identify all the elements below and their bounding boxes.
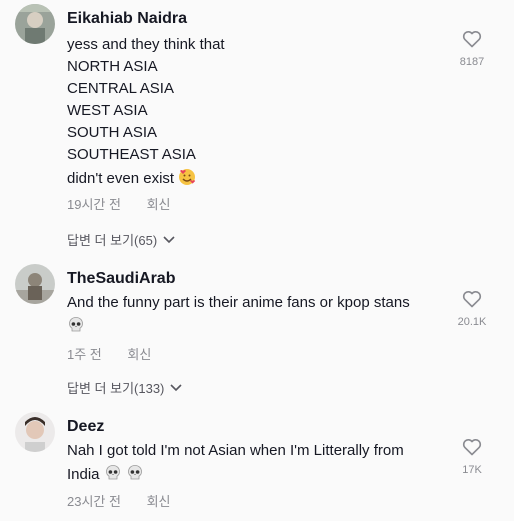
avatar[interactable] <box>15 4 55 44</box>
comment-text-line: NORTH ASIA <box>67 58 158 75</box>
avatar[interactable] <box>15 412 55 452</box>
like-count: 20.1K <box>457 316 487 328</box>
timestamp: 19시간 전 <box>67 197 121 212</box>
timestamp: 1주 전 <box>67 347 102 362</box>
comment-text-line <box>67 316 85 338</box>
view-replies-label: 답변 더 보기(133) <box>67 381 165 396</box>
reply-button[interactable]: 회신 <box>147 197 171 212</box>
skull-icon <box>67 316 85 338</box>
heart-icon <box>462 439 482 456</box>
chevron-down-icon <box>170 383 182 391</box>
comment-meta: 23시간 전 회신 <box>67 491 171 510</box>
username[interactable]: TheSaudiArab <box>67 270 175 288</box>
comment-text: India <box>67 466 100 483</box>
comment-meta: 19시간 전 회신 <box>67 194 171 213</box>
comment-text: didn't even exist <box>67 170 175 187</box>
like-button[interactable]: 17K <box>452 438 492 476</box>
timestamp: 23시간 전 <box>67 494 121 509</box>
view-replies-label: 답변 더 보기(65) <box>67 233 158 248</box>
username[interactable]: Deez <box>67 418 104 436</box>
reply-button[interactable]: 회신 <box>147 494 171 509</box>
comment-text-line: And the funny part is their anime fans o… <box>67 294 410 311</box>
comment-text-line: yess and they think that <box>67 36 225 53</box>
comment-text-line: SOUTHEAST ASIA <box>67 146 196 163</box>
comment-meta: 1주 전 회신 <box>67 344 151 363</box>
comment-text-line-with-emoji: India <box>67 464 144 486</box>
comment-text-line: WEST ASIA <box>67 102 148 119</box>
skull-icon <box>126 464 144 486</box>
view-replies-button[interactable]: 답변 더 보기(65) <box>67 230 175 249</box>
heart-icon <box>462 31 482 48</box>
like-count: 17K <box>462 464 482 476</box>
chevron-down-icon <box>163 235 175 243</box>
avatar[interactable] <box>15 264 55 304</box>
reply-button[interactable]: 회신 <box>127 347 151 362</box>
comment-text-line: Nah I got told I'm not Asian when I'm Li… <box>67 442 404 459</box>
username[interactable]: Eikahiab Naidra <box>67 10 187 28</box>
comment-text-line: CENTRAL ASIA <box>67 80 174 97</box>
comment-text-line: SOUTH ASIA <box>67 124 158 141</box>
like-button[interactable]: 8187 <box>452 30 492 68</box>
view-replies-button[interactable]: 답변 더 보기(133) <box>67 378 182 397</box>
like-count: 8187 <box>459 56 485 68</box>
heart-icon <box>462 291 482 308</box>
skull-icon <box>104 464 122 486</box>
smiling-face-with-hearts-icon <box>178 168 196 190</box>
comment-text-line-with-emoji: didn't even exist <box>67 168 196 190</box>
like-button[interactable]: 20.1K <box>452 290 492 328</box>
